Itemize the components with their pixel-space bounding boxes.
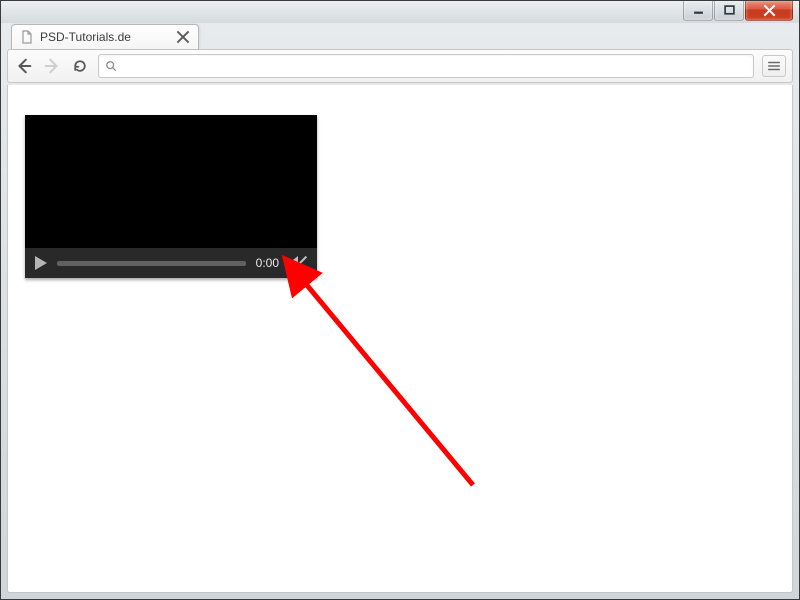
close-icon (763, 4, 776, 17)
chrome-menu-button[interactable] (762, 55, 786, 77)
tab-title: PSD-Tutorials.de (40, 30, 170, 44)
minimize-icon (693, 5, 704, 16)
reload-icon (72, 58, 88, 74)
window-buttons (682, 1, 793, 21)
address-bar[interactable] (98, 54, 754, 78)
play-button[interactable] (35, 256, 47, 270)
arrow-right-icon (43, 57, 61, 75)
tab-strip: PSD-Tutorials.de (1, 23, 799, 49)
video-player[interactable]: 0:00 (25, 115, 317, 278)
tab-active[interactable]: PSD-Tutorials.de (11, 24, 199, 49)
timecode: 0:00 (256, 256, 279, 270)
maximize-button[interactable] (714, 1, 744, 21)
reload-button[interactable] (70, 56, 90, 76)
minimize-button[interactable] (683, 1, 713, 21)
mute-button[interactable] (289, 255, 307, 271)
file-icon (20, 30, 34, 44)
close-icon (176, 30, 190, 44)
annotation-arrow (283, 260, 523, 500)
window-titlebar[interactable] (1, 1, 799, 23)
back-button[interactable] (14, 56, 34, 76)
video-controls: 0:00 (25, 248, 317, 278)
address-input[interactable] (121, 56, 747, 76)
maximize-icon (724, 5, 735, 16)
page-viewport: 0:00 (7, 85, 793, 593)
hamburger-icon (767, 59, 781, 73)
search-icon (105, 60, 117, 72)
browser-toolbar (7, 49, 793, 83)
window-frame: PSD-Tutorials.de (0, 0, 800, 600)
seek-slider[interactable] (57, 261, 246, 266)
tab-close-button[interactable] (176, 30, 190, 44)
forward-button (42, 56, 62, 76)
close-button[interactable] (745, 1, 793, 21)
arrow-left-icon (15, 57, 33, 75)
